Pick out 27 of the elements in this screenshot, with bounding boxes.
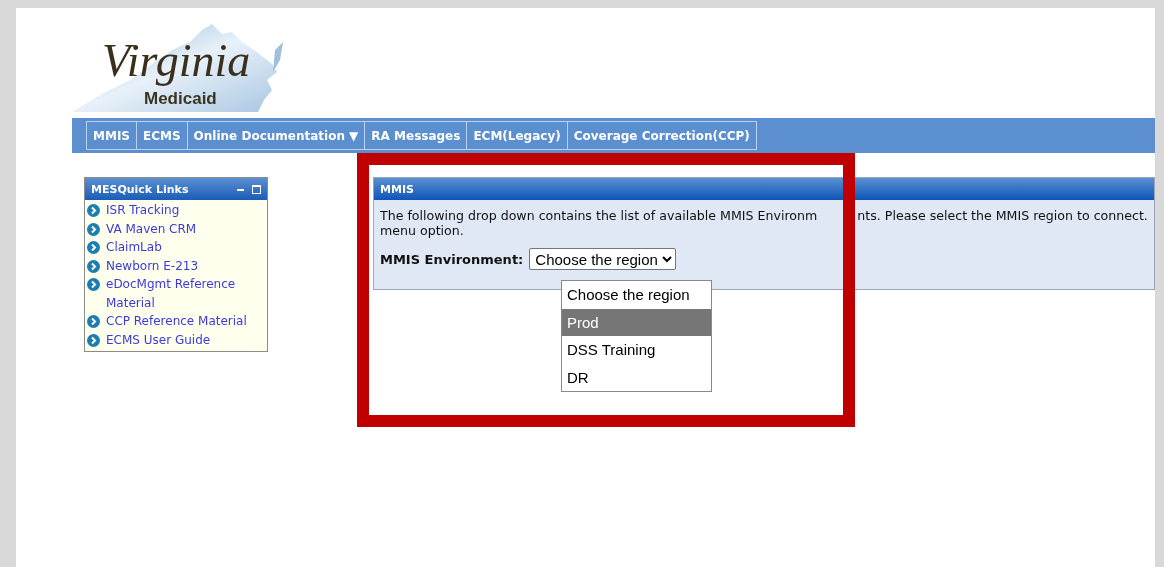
quick-link[interactable]: Newborn E-213	[106, 256, 199, 275]
chevron-circle-icon	[87, 315, 100, 328]
chevron-circle-icon	[87, 278, 100, 291]
chevron-circle-icon	[87, 222, 100, 236]
quick-link[interactable]: eDocMgmt Reference Material	[106, 275, 265, 312]
dropdown-option[interactable]: Prod	[562, 308, 711, 336]
quick-link[interactable]: ISR Tracking	[106, 201, 180, 220]
logo-subtitle: Medicaid	[144, 90, 217, 107]
description-text: nts. Please select the MMIS region to connect.	[857, 208, 1148, 223]
maximize-icon[interactable]	[252, 184, 261, 194]
environment-select[interactable]: Choose the region	[529, 248, 676, 270]
chevron-circle-icon	[87, 333, 100, 347]
panel-title: MMIS	[380, 182, 414, 196]
quick-link[interactable]: VA Maven CRM	[106, 219, 197, 238]
chevron-circle-icon	[87, 259, 100, 273]
minimize-icon[interactable]	[237, 187, 244, 191]
chevron-down-icon	[661, 255, 672, 263]
field-label: MMIS Environment:	[380, 251, 524, 267]
logo-title: Virginia	[102, 38, 251, 84]
quick-link[interactable]: ClaimLab	[106, 238, 162, 257]
chevron-circle-icon	[87, 241, 100, 254]
quick-link[interactable]: CCP Reference Material	[106, 312, 247, 331]
description-text: menu option.	[380, 223, 464, 238]
chevron-circle-icon	[87, 204, 100, 217]
description-text: The following drop down contains the list of available MMIS Environm	[380, 208, 818, 223]
quick-link[interactable]: ECMS User Guide	[106, 330, 211, 349]
panel-title: MESQuick Links	[91, 182, 189, 196]
